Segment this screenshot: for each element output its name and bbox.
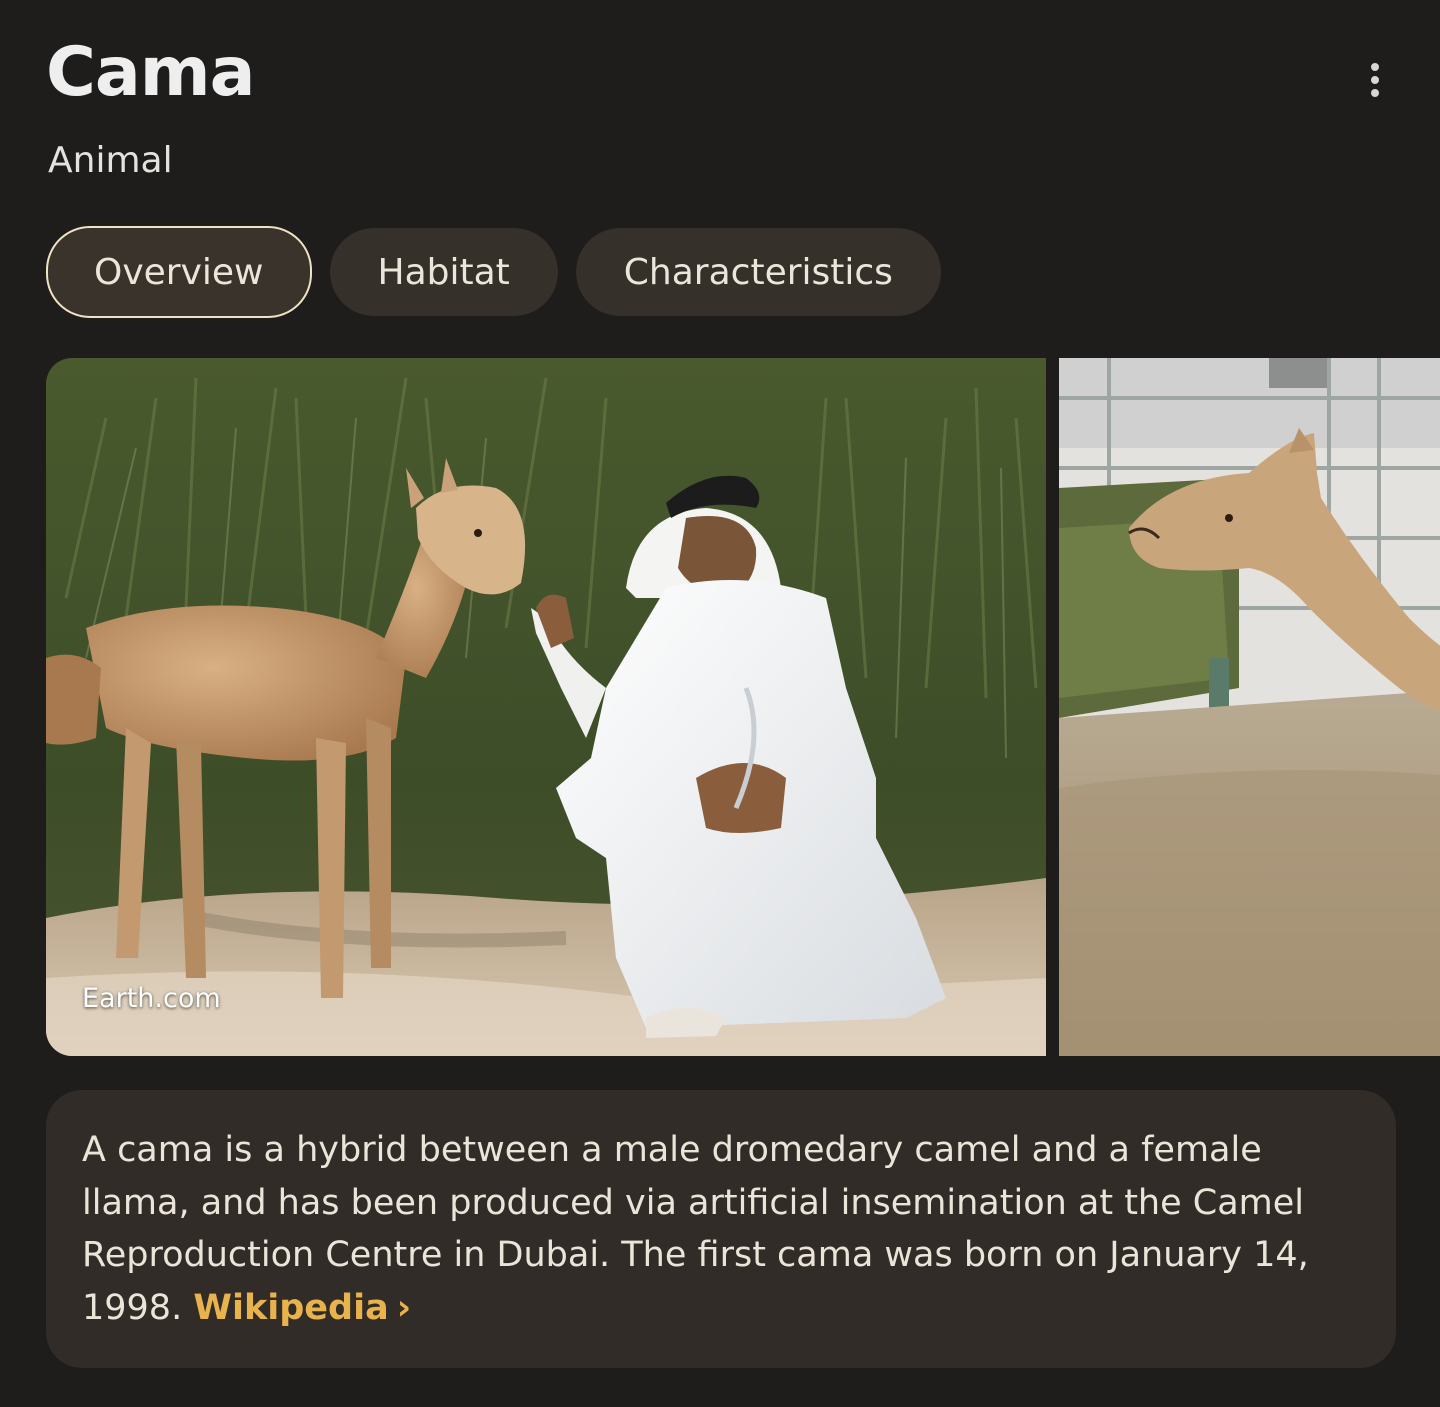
tab-habitat[interactable]: Habitat xyxy=(329,228,558,316)
image-gallery[interactable]: Earth.com xyxy=(46,358,1440,1056)
tab-bar: Overview Habitat Characteristics xyxy=(46,226,941,318)
image-source-label: Earth.com xyxy=(82,983,221,1014)
description-paragraph: A cama is a hybrid between a male dromed… xyxy=(82,1124,1360,1334)
page-title: Cama xyxy=(46,33,256,112)
wikipedia-link[interactable]: Wikipedia xyxy=(193,1288,388,1328)
more-options-button[interactable] xyxy=(1350,55,1400,105)
more-vert-icon xyxy=(1371,63,1379,71)
tab-characteristics[interactable]: Characteristics xyxy=(575,228,941,316)
entity-type: Animal xyxy=(48,140,173,181)
gallery-image-2[interactable] xyxy=(1059,358,1440,1056)
photo-man-with-cama xyxy=(46,358,1046,1056)
photo-cama-near-fence xyxy=(1059,358,1440,1056)
tab-overview[interactable]: Overview xyxy=(46,226,312,318)
gallery-image-1[interactable]: Earth.com xyxy=(46,358,1046,1056)
description-card: A cama is a hybrid between a male dromed… xyxy=(46,1090,1396,1368)
chevron-right-icon[interactable]: › xyxy=(397,1288,411,1328)
